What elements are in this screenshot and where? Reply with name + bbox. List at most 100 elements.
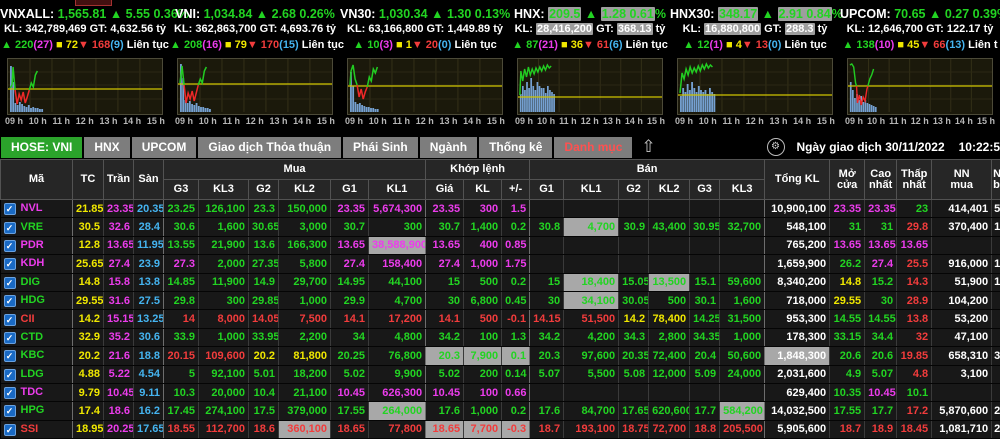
row-checkbox[interactable]: ✓ [4,277,16,289]
sell-kl1-cell [564,200,619,218]
header-buy-kl1[interactable]: KL1 [369,180,426,200]
ticker-cell[interactable]: ✓ DIG [1,273,73,291]
ticker-cell[interactable]: ✓ VRE [1,218,73,236]
header-tc[interactable]: TC [73,160,104,200]
foreign-sell-cell: 1 [992,273,1000,291]
match-change-cell: 1.75 [502,255,530,273]
header-buy-g3[interactable]: G3 [164,180,199,200]
low-cell: 23 [897,200,932,218]
ticker-cell[interactable]: ✓ SSI [1,420,73,438]
tab-hose-vni[interactable]: HOSE: VNI [1,137,82,158]
row-checkbox[interactable]: ✓ [4,332,16,344]
ticker-cell[interactable]: ✓ KDH [1,255,73,273]
ticker-symbol[interactable]: DIG [21,276,41,288]
collapse-arrow-icon[interactable]: ⇧ [641,137,655,157]
ticker-symbol[interactable]: KDH [21,257,45,269]
row-checkbox[interactable]: ✓ [4,350,16,362]
header-ceiling[interactable]: Trần [104,160,134,200]
ticker-symbol[interactable]: TDC [21,386,44,398]
tab-danh-m-c[interactable]: Danh mục [554,137,632,158]
row-checkbox[interactable]: ✓ [4,369,16,381]
tab-ng-nh[interactable]: Ngành [420,137,477,158]
header-match-vol[interactable]: KL [464,180,502,200]
header-sell-kl1[interactable]: KL1 [564,180,619,200]
time-axis: 09 h10 h11 h12 h13 h14 h15 h [5,116,165,126]
header-high[interactable]: Cao nhất [865,160,897,200]
sell-g2-cell [619,200,649,218]
ticker-symbol[interactable]: HDG [21,294,45,306]
header-sell-kl2[interactable]: KL2 [649,180,690,200]
ticker-symbol[interactable]: KBC [21,349,45,361]
tab-giao-d-ch-th-a-thu-n[interactable]: Giao dịch Thỏa thuận [198,137,341,158]
row-checkbox[interactable]: ✓ [4,387,16,399]
time-axis-tick: 10 h [199,116,217,126]
header-buy-g1[interactable]: G1 [331,180,369,200]
row-checkbox[interactable]: ✓ [4,295,16,307]
ticker-symbol[interactable]: VRE [21,221,44,233]
ticker-symbol[interactable]: HPG [21,404,45,416]
header-ticker[interactable]: Mã [1,160,73,200]
header-match-change[interactable]: +/- [502,180,530,200]
index-panel[interactable]: HNX30: 348.17 ▲ 2.91 0.84% KL: 16,880,80… [670,0,840,135]
match-change-cell: 0.2 [502,218,530,236]
ticker-cell[interactable]: ✓ KBC [1,347,73,365]
ticker-symbol[interactable]: NVL [21,202,43,214]
index-panel[interactable]: HNX: 209.5 ▲ 1.28 0.61% KL: 28,416,200 G… [510,0,670,135]
header-buy-kl2[interactable]: KL2 [279,180,331,200]
header-sell-g2[interactable]: G2 [619,180,649,200]
row-checkbox[interactable]: ✓ [4,424,16,436]
header-match-price[interactable]: Giá [426,180,464,200]
ticker-cell[interactable]: ✓ HPG [1,402,73,420]
tab-hnx[interactable]: HNX [84,137,129,158]
intraday-chart [7,58,163,115]
row-checkbox[interactable]: ✓ [4,240,16,252]
tab-ph-i-sinh[interactable]: Phái Sinh [343,137,418,158]
header-foreign-buy[interactable]: NN mua [932,160,992,200]
tab-th-ng-k-[interactable]: Thống kê [479,137,552,158]
ticker-cell[interactable]: ✓ CII [1,310,73,328]
index-panel[interactable]: VNI: 1,034.84 ▲ 2.68 0.26% KL: 362,863,7… [170,0,340,135]
header-foreign-sell[interactable]: NN bán [992,160,1000,200]
table-row: ✓CTD32.935.230.633.91,00033.952,200344,8… [1,328,1000,346]
index-name: HNX30: [670,7,714,21]
header-low[interactable]: Thấp nhất [897,160,932,200]
sell-g3-cell [690,236,720,254]
settings-gear-icon[interactable]: ⚙ [767,138,785,156]
ticker-cell[interactable]: ✓ HDG [1,291,73,309]
tab-upcom[interactable]: UPCOM [132,137,197,158]
buy-kl1-cell: 17,200 [369,310,426,328]
header-buy-kl3[interactable]: KL3 [199,180,249,200]
row-checkbox[interactable]: ✓ [4,314,16,326]
header-sell-g3[interactable]: G3 [690,180,720,200]
ticker-cell[interactable]: ✓ NVL [1,200,73,218]
match-vol-cell: 300 [464,200,502,218]
header-sell-kl3[interactable]: KL3 [720,180,765,200]
sell-kl2-cell: 43,400 [649,218,690,236]
ticker-cell[interactable]: ✓ LDG [1,365,73,383]
index-panel[interactable]: VN30: 1,030.34 ▲ 1.30 0.13% KL: 63,166,8… [340,0,510,135]
row-checkbox[interactable]: ✓ [4,222,16,234]
ticker-symbol[interactable]: LDG [21,368,44,380]
header-open[interactable]: Mở cửa [830,160,865,200]
buy-kl2-cell: 166,300 [279,236,331,254]
time-axis-tick: 12 h [746,116,764,126]
row-checkbox[interactable]: ✓ [4,405,16,417]
ticker-symbol[interactable]: CII [21,313,35,325]
buy-g1-cell: 5.02 [331,365,369,383]
header-sell-g1[interactable]: G1 [530,180,564,200]
buy-g3-cell: 14 [164,310,199,328]
ticker-cell[interactable]: ✓ CTD [1,328,73,346]
header-total-vol[interactable]: Tổng KL [765,160,830,200]
header-buy-g2[interactable]: G2 [249,180,279,200]
ticker-cell[interactable]: ✓ TDC [1,383,73,401]
row-checkbox[interactable]: ✓ [4,203,16,215]
time-axis-tick: 09 h [345,116,363,126]
ticker-cell[interactable]: ✓ PDR [1,236,73,254]
index-panel[interactable]: UPCOM: 70.65 ▲ 0.27 0.39% KL: 12,646,700… [840,0,1000,135]
header-floor[interactable]: Sàn [134,160,164,200]
row-checkbox[interactable]: ✓ [4,258,16,270]
ticker-symbol[interactable]: SSI [21,423,39,435]
ticker-symbol[interactable]: PDR [21,239,44,251]
ticker-symbol[interactable]: CTD [21,331,44,343]
index-panel[interactable]: VNXALL: 1,565.81 ▲ 5.55 0.36% KL: 342,78… [0,0,170,135]
